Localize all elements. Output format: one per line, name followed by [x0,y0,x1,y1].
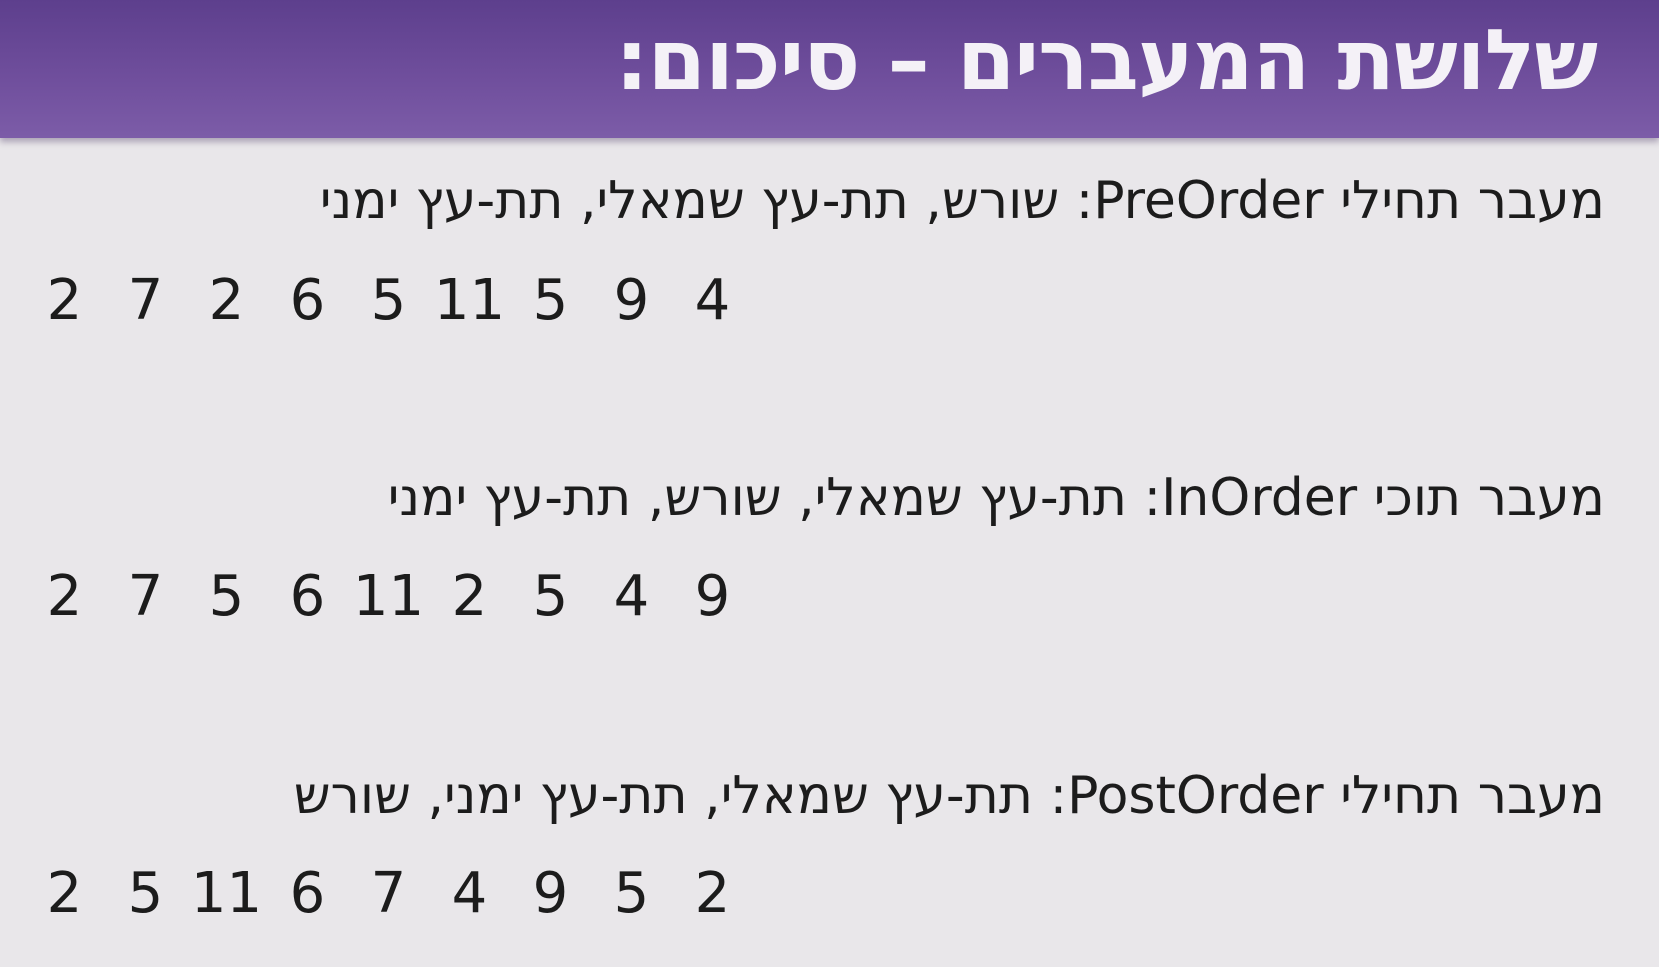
sequence-value: 7 [127,268,164,333]
postorder-label: מעבר תחילי PostOrder: תת-עץ שמאלי, תת-עץ… [294,761,1605,831]
postorder-order: תת-עץ שמאלי, תת-עץ ימני, שורש [293,766,1034,826]
sequence-value: 2 [46,861,83,926]
postorder-sequence: 2 5 11 6 7 4 9 5 2 [24,859,753,929]
sequence-value: 5 [532,564,569,629]
sequence-value: 6 [289,861,326,926]
postorder-name-he: מעבר תחילי [1340,766,1605,826]
sequence-value: 2 [694,861,731,926]
slide-title: שלושת המעברים – סיכום: [615,11,1598,109]
inorder-name-he: מעבר תוכי [1373,468,1605,528]
preorder-name-en: PreOrder [1093,171,1324,231]
sequence-value: 2 [208,268,245,333]
sequence-value: 4 [451,861,488,926]
sequence-value: 5 [532,268,569,333]
sequence-value: 11 [433,268,506,333]
sequence-value: 7 [370,861,407,926]
preorder-sequence: 2 7 2 6 5 11 5 9 4 [24,266,753,336]
sequence-value: 4 [694,268,731,333]
preorder-order: שורש, תת-עץ שמאלי, תת-עץ ימני [319,171,1060,231]
inorder-sequence: 2 7 5 6 11 2 5 4 9 [24,562,753,632]
sequence-value: 11 [190,861,263,926]
postorder-name-en: PostOrder [1067,766,1324,826]
title-bar: שלושת המעברים – סיכום: [0,0,1659,138]
inorder-name-en: InOrder [1161,468,1358,528]
sequence-value: 9 [532,861,569,926]
sequence-value: 6 [289,564,326,629]
sequence-value: 7 [127,564,164,629]
sequence-value: 5 [208,564,245,629]
preorder-label: מעבר תחילי PreOrder: שורש, תת-עץ שמאלי, … [320,166,1605,236]
sequence-value: 9 [694,564,731,629]
sequence-value: 5 [370,268,407,333]
inorder-order: תת-עץ שמאלי, שורש, תת-עץ ימני [387,468,1128,528]
sequence-value: 6 [289,268,326,333]
inorder-label: מעבר תוכי InOrder: תת-עץ שמאלי, שורש, תת… [388,463,1605,533]
preorder-colon: : [1075,171,1094,231]
sequence-value: 5 [613,861,650,926]
sequence-value: 2 [451,564,488,629]
sequence-value: 2 [46,268,83,333]
sequence-value: 2 [46,564,83,629]
sequence-value: 5 [127,861,164,926]
sequence-value: 4 [613,564,650,629]
postorder-colon: : [1049,766,1068,826]
sequence-value: 9 [613,268,650,333]
sequence-value: 11 [352,564,425,629]
preorder-name-he: מעבר תחילי [1340,171,1605,231]
inorder-colon: : [1143,468,1162,528]
